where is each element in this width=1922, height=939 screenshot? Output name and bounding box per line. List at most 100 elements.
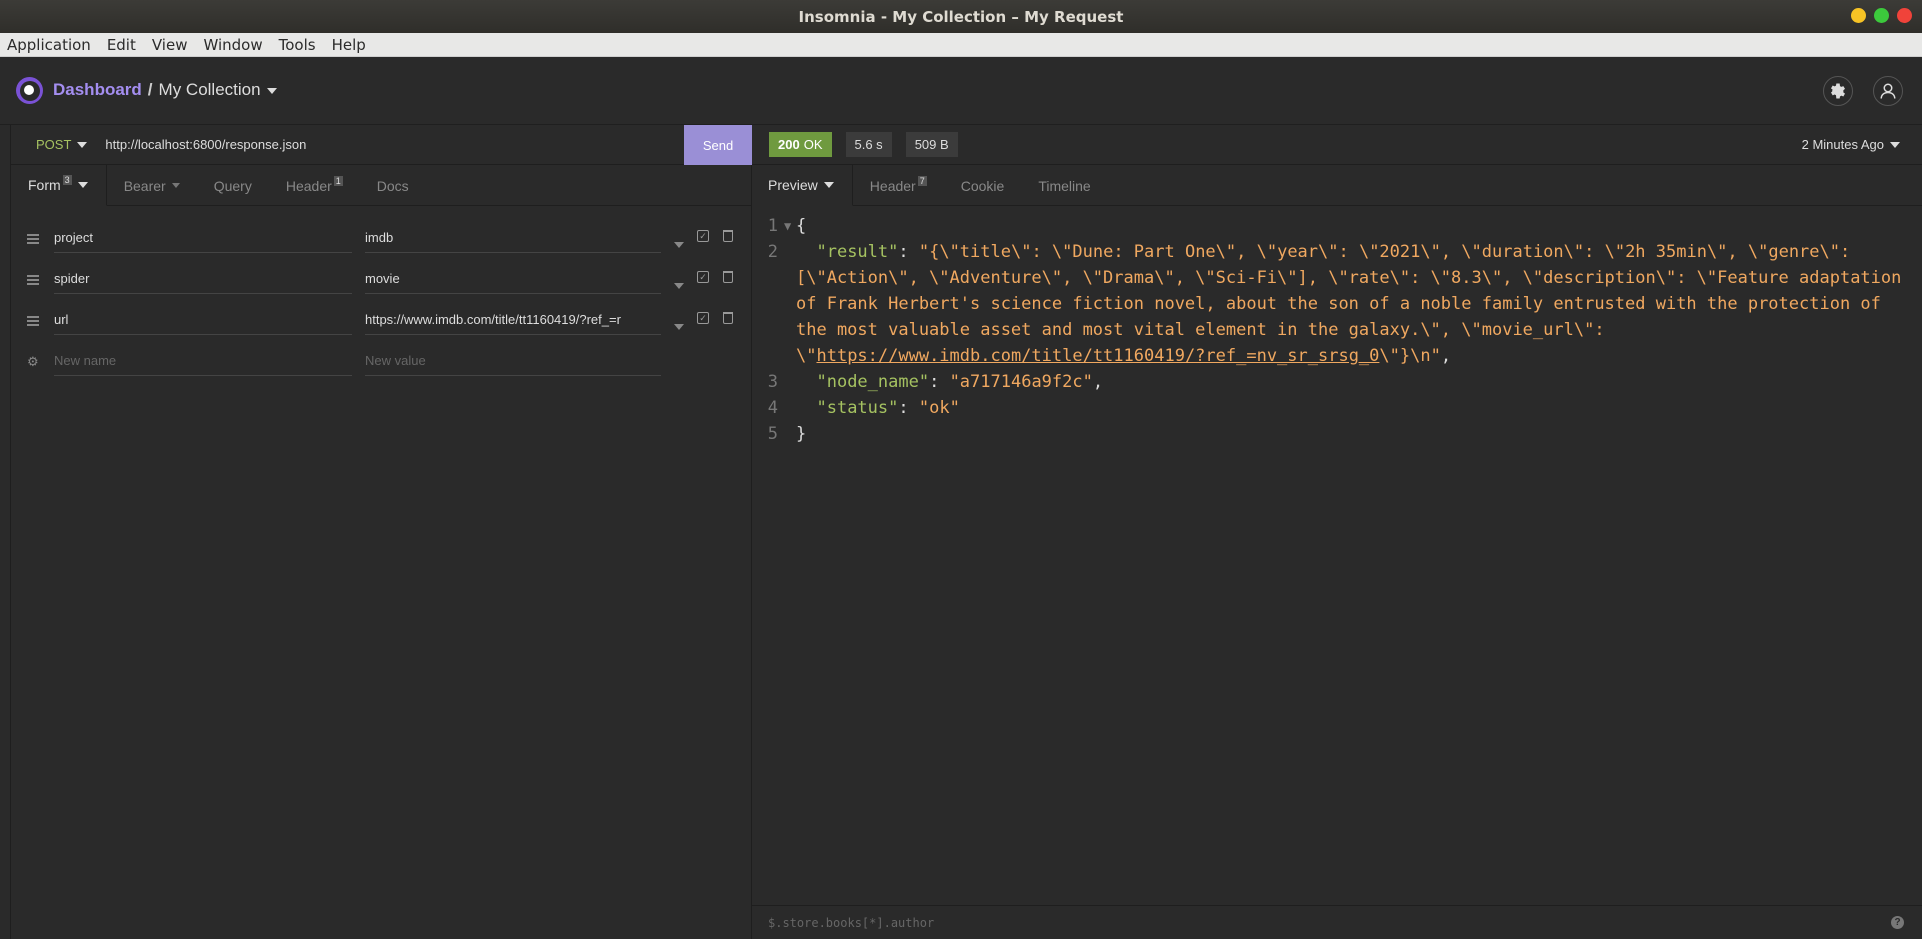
request-tabs: Form 3 Bearer Query Header 1 Docs bbox=[11, 165, 752, 206]
tab-form[interactable]: Form 3 bbox=[11, 165, 107, 206]
insomnia-logo-icon[interactable] bbox=[16, 77, 43, 104]
breadcrumb-dashboard[interactable]: Dashboard bbox=[53, 80, 142, 100]
response-size-badge: 509 B bbox=[905, 132, 958, 157]
menu-help[interactable]: Help bbox=[332, 36, 374, 54]
new-name-input[interactable]: New name bbox=[54, 346, 352, 376]
json-string: \"}\n" bbox=[1379, 346, 1441, 366]
status-badge: 200 OK bbox=[769, 132, 832, 157]
json-link[interactable]: https://www.imdb.com/title/tt1160419/?re… bbox=[816, 346, 1379, 366]
app-header: Dashboard / My Collection bbox=[0, 57, 1922, 125]
tab-response-header[interactable]: Header 7 bbox=[853, 165, 944, 206]
method-label: POST bbox=[36, 137, 72, 152]
chevron-down-icon bbox=[171, 183, 180, 188]
param-name-input[interactable]: project bbox=[54, 223, 352, 253]
menu-view[interactable]: View bbox=[152, 36, 196, 54]
menu-edit[interactable]: Edit bbox=[107, 36, 144, 54]
json-key: "node_name" bbox=[816, 372, 930, 392]
help-icon[interactable]: ? bbox=[1891, 916, 1904, 929]
param-value-input[interactable]: movie bbox=[365, 264, 661, 294]
code-line: 3 "node_name": "a717146a9f2c", bbox=[752, 369, 1922, 395]
maximize-button[interactable] bbox=[1874, 8, 1889, 23]
code-text: "status": "ok" bbox=[816, 398, 960, 418]
send-button[interactable]: Send bbox=[684, 125, 752, 165]
fold-arrow-icon[interactable]: ▼ bbox=[784, 213, 796, 239]
new-value-input[interactable]: New value bbox=[365, 346, 661, 376]
url-bar: POST http://localhost:6800/response.json… bbox=[11, 125, 752, 165]
drag-handle-icon[interactable] bbox=[27, 314, 39, 328]
code-line: 5 } bbox=[752, 421, 1922, 447]
settings-button[interactable] bbox=[1823, 76, 1853, 106]
response-filter-bar: $.store.books[*].author ? bbox=[752, 905, 1922, 939]
menu-application[interactable]: Application bbox=[7, 36, 99, 54]
tab-badge: 7 bbox=[917, 175, 927, 186]
url-input[interactable]: http://localhost:6800/response.json bbox=[105, 137, 306, 152]
chevron-down-icon bbox=[266, 87, 277, 94]
tab-label: Timeline bbox=[1038, 177, 1091, 194]
tab-docs[interactable]: Docs bbox=[360, 165, 426, 206]
tab-cookie[interactable]: Cookie bbox=[944, 165, 1022, 206]
line-number: 1 bbox=[767, 216, 778, 236]
delete-trash-icon[interactable] bbox=[723, 312, 733, 324]
enable-checkbox-icon[interactable]: ✓ bbox=[697, 230, 709, 242]
gear-icon[interactable]: ⚙ bbox=[27, 354, 39, 370]
response-pane: 200 OK 5.6 s 509 B 2 Minutes Ago Preview … bbox=[752, 125, 1922, 939]
tab-badge: 1 bbox=[333, 175, 343, 186]
param-type-dropdown[interactable] bbox=[674, 277, 684, 293]
filter-input[interactable]: $.store.books[*].author bbox=[768, 916, 934, 930]
tab-label: Header bbox=[285, 177, 332, 194]
form-param-new-row: ⚙ New name New value bbox=[11, 341, 752, 382]
enable-checkbox-icon[interactable]: ✓ bbox=[697, 271, 709, 283]
param-value-input[interactable]: https://www.imdb.com/title/tt1160419/?re… bbox=[365, 305, 661, 335]
response-time-badge: 5.6 s bbox=[845, 132, 892, 157]
tab-preview[interactable]: Preview bbox=[752, 165, 853, 206]
tab-label: Header bbox=[869, 177, 916, 194]
line-number: 4 bbox=[767, 398, 778, 418]
param-type-dropdown[interactable] bbox=[674, 236, 684, 252]
code-text: "result": "{\"title\": \"Dune: Part One\… bbox=[796, 242, 1912, 366]
breadcrumb: Dashboard / My Collection bbox=[53, 80, 277, 100]
code-line: 2 "result": "{\"title\": \"Dune: Part On… bbox=[752, 239, 1922, 369]
param-type-dropdown[interactable] bbox=[674, 318, 684, 334]
drag-handle-icon[interactable] bbox=[27, 273, 39, 287]
minimize-button[interactable] bbox=[1851, 8, 1866, 23]
status-text: OK bbox=[803, 137, 823, 152]
chevron-down-icon bbox=[674, 324, 684, 331]
tab-label: Docs bbox=[376, 177, 409, 194]
tab-header[interactable]: Header 1 bbox=[269, 165, 360, 206]
tab-label: Form bbox=[28, 177, 61, 193]
tab-query[interactable]: Query bbox=[197, 165, 269, 206]
delete-trash-icon[interactable] bbox=[723, 230, 733, 242]
json-string: "a717146a9f2c" bbox=[949, 372, 1093, 392]
param-name-input[interactable]: spider bbox=[54, 264, 352, 294]
tab-label: Cookie bbox=[960, 177, 1005, 194]
history-label: 2 Minutes Ago bbox=[1801, 137, 1884, 152]
line-number: 5 bbox=[767, 424, 778, 444]
json-key: "result" bbox=[816, 242, 899, 262]
menu-window[interactable]: Window bbox=[203, 36, 270, 54]
form-param-row: project imdb ✓ bbox=[11, 218, 752, 259]
tab-timeline[interactable]: Timeline bbox=[1021, 165, 1107, 206]
collection-dropdown[interactable]: My Collection bbox=[159, 80, 277, 100]
chevron-down-icon bbox=[1890, 141, 1900, 148]
code-text: { bbox=[796, 216, 807, 236]
param-value-input[interactable]: imdb bbox=[365, 223, 661, 253]
code-text: } bbox=[796, 424, 807, 444]
line-number: 2 bbox=[767, 242, 778, 262]
user-icon bbox=[1880, 83, 1896, 99]
drag-handle-icon[interactable] bbox=[27, 232, 39, 246]
request-pane: POST http://localhost:6800/response.json… bbox=[0, 125, 752, 939]
json-string: "ok" bbox=[918, 398, 960, 418]
response-json-viewer: 1 ▼ { 2 "result": "{\"title\": \"Dune: P… bbox=[752, 213, 1922, 447]
menu-tools[interactable]: Tools bbox=[279, 36, 324, 54]
param-name-input[interactable]: url bbox=[54, 305, 352, 335]
close-button[interactable] bbox=[1897, 8, 1912, 23]
account-button[interactable] bbox=[1873, 76, 1903, 106]
delete-trash-icon[interactable] bbox=[723, 271, 733, 283]
enable-checkbox-icon[interactable]: ✓ bbox=[697, 312, 709, 324]
history-dropdown[interactable]: 2 Minutes Ago bbox=[1802, 137, 1900, 152]
window-controls bbox=[1851, 8, 1912, 23]
tab-label: Preview bbox=[768, 177, 818, 193]
status-code: 200 bbox=[778, 137, 800, 152]
tab-bearer[interactable]: Bearer bbox=[107, 165, 197, 206]
method-dropdown[interactable]: POST bbox=[36, 137, 88, 152]
